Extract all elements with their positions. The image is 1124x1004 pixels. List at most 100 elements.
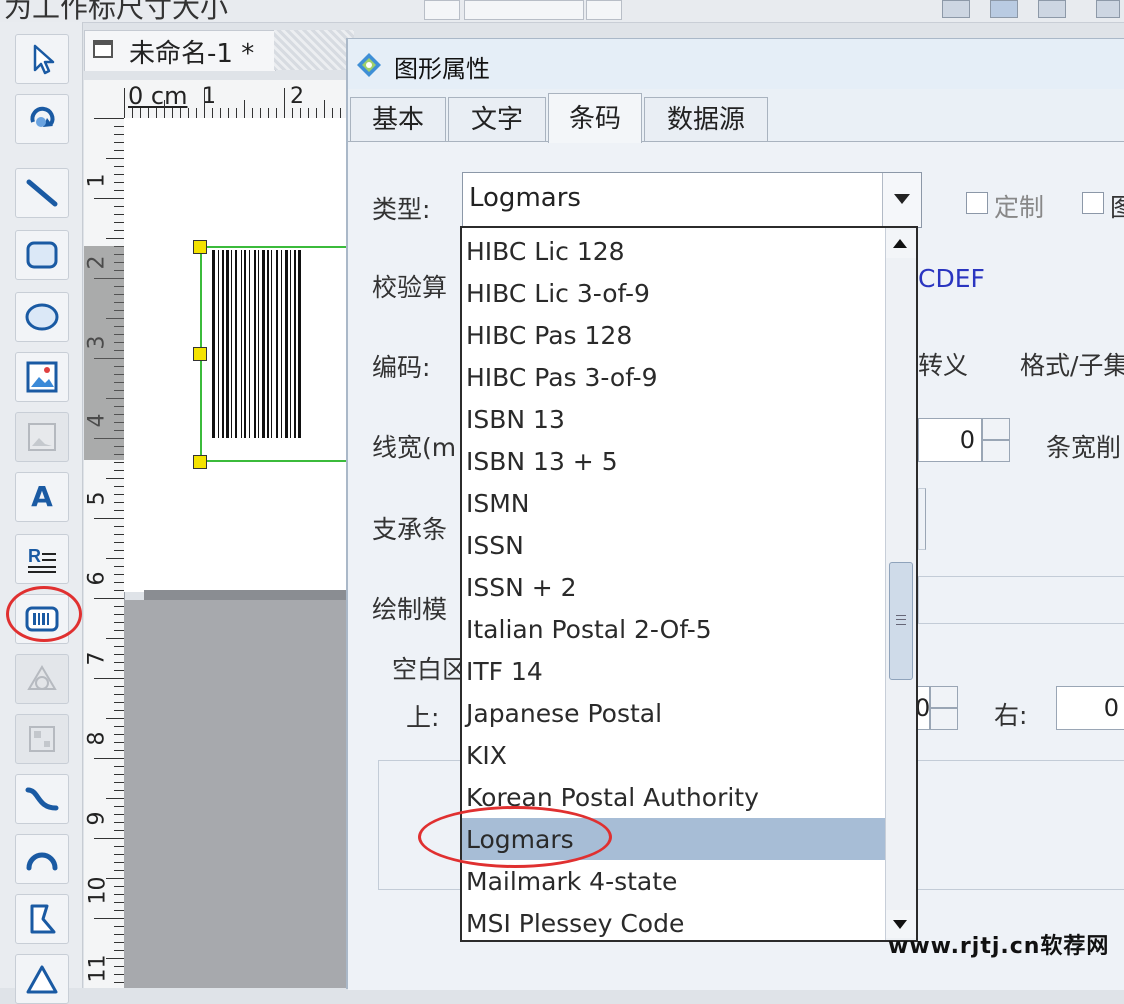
tab-text[interactable]: 文字 — [448, 97, 546, 141]
dialog-title-bar[interactable]: 图形属性 — [348, 39, 1124, 89]
line-width-label: 线宽(m — [372, 433, 457, 462]
resize-handle-top-left[interactable] — [193, 240, 207, 254]
ellipse-icon — [25, 303, 59, 331]
resize-handle-middle-left[interactable] — [193, 347, 207, 361]
text-tool-button[interactable]: A — [15, 472, 69, 522]
top-combo-button[interactable] — [424, 0, 460, 20]
align-left-icon[interactable] — [942, 0, 970, 18]
ruler-tick — [308, 108, 309, 118]
ruler-tick — [114, 910, 124, 911]
barcode-type-select[interactable]: Logmars — [462, 172, 922, 228]
list-item[interactable]: ISMN — [462, 482, 886, 524]
rotate-tool-button[interactable] — [15, 94, 69, 144]
barcode-bar — [281, 250, 282, 438]
rounded-rect-tool-button[interactable] — [15, 230, 69, 280]
selected-barcode-object[interactable] — [200, 246, 360, 462]
list-item[interactable]: KIX — [462, 734, 886, 776]
align-center-icon[interactable] — [990, 0, 1018, 18]
shape-disabled-tool-button — [15, 654, 69, 704]
list-item[interactable]: ISSN + 2 — [462, 566, 886, 608]
list-item[interactable]: Italian Postal 2-Of-5 — [462, 608, 886, 650]
top-margin-increment[interactable] — [930, 686, 958, 708]
top-combo-field[interactable] — [464, 0, 584, 20]
arc-tool-button[interactable] — [15, 834, 69, 884]
document-tab[interactable]: 未命名-1 * — [84, 30, 276, 71]
line-width-input[interactable]: 0 — [918, 418, 982, 462]
ruler-tick — [114, 150, 124, 151]
barcode-bar — [235, 250, 237, 438]
ruler-tick — [252, 108, 253, 118]
ruler-tick — [114, 830, 124, 831]
line-width-increment[interactable] — [982, 418, 1010, 440]
chevron-down-icon[interactable] — [882, 173, 921, 227]
line-width-decrement[interactable] — [982, 440, 1010, 462]
ruler-tick — [106, 238, 124, 239]
scroll-up-icon[interactable] — [886, 230, 916, 258]
triangle-tool-button[interactable] — [15, 954, 69, 1004]
draw-mode-select[interactable] — [918, 576, 1124, 624]
ruler-tick — [114, 646, 124, 647]
barcode-bar — [241, 250, 242, 438]
second-checkbox[interactable] — [1082, 192, 1104, 214]
line-tool-button[interactable] — [15, 168, 69, 218]
list-item[interactable]: ISBN 13 — [462, 398, 886, 440]
right-margin-input[interactable]: 0 — [1056, 686, 1124, 730]
list-item[interactable]: ITF 14 — [462, 650, 886, 692]
list-item[interactable]: ISBN 13 + 5 — [462, 440, 886, 482]
list-item[interactable]: HIBC Lic 3-of-9 — [462, 272, 886, 314]
list-item[interactable]: Japanese Postal — [462, 692, 886, 734]
ruler-tick — [114, 966, 124, 967]
format-subset-label: 格式/子集 — [1020, 351, 1124, 380]
top-spin-button[interactable] — [586, 0, 622, 20]
ruler-tick — [332, 108, 333, 118]
align-right-icon[interactable] — [1038, 0, 1066, 18]
ruler-tick — [94, 518, 124, 519]
ruler-tick — [94, 758, 124, 759]
ruler-tick — [94, 118, 124, 119]
ellipse-tool-button[interactable] — [15, 292, 69, 342]
tab-data-source[interactable]: 数据源 — [644, 97, 768, 141]
ruler-tick — [188, 108, 189, 118]
image-tool-button[interactable] — [15, 352, 69, 402]
ruler-tick — [172, 108, 173, 118]
ruler-tick — [292, 108, 293, 118]
resize-handle-bottom-left[interactable] — [193, 455, 207, 469]
ruler-tick — [114, 774, 124, 775]
list-item[interactable]: HIBC Pas 3-of-9 — [462, 356, 886, 398]
ruler-tick — [244, 100, 245, 118]
list-item[interactable]: HIBC Lic 128 — [462, 230, 886, 272]
rotate-icon — [30, 106, 55, 127]
tab-barcode[interactable]: 条码 — [548, 93, 642, 143]
custom-checkbox[interactable] — [966, 192, 988, 214]
curve-tool-button[interactable] — [15, 774, 69, 824]
barcode-bar — [298, 250, 301, 438]
align-justify-icon[interactable] — [1096, 0, 1120, 18]
document-tab-title: 未命名-1 * — [129, 39, 255, 69]
list-item[interactable]: MSI Plessey Code — [462, 902, 886, 940]
image-disabled-icon — [28, 423, 56, 451]
ruler-tick — [114, 134, 124, 135]
ruler-tick — [114, 126, 124, 127]
bearer-bar-select-edge[interactable] — [918, 488, 926, 550]
ruler-tick — [114, 462, 124, 463]
tab-basic[interactable]: 基本 — [350, 97, 446, 141]
drawing-toolbar: A R — [0, 22, 83, 1004]
list-item[interactable]: HIBC Pas 128 — [462, 314, 886, 356]
ruler-tick — [236, 108, 237, 118]
ruler-tick — [114, 710, 124, 711]
list-item[interactable]: ISSN — [462, 524, 886, 566]
ruler-tick — [268, 108, 269, 118]
draw-mode-label: 绘制模 — [372, 595, 448, 624]
scrollbar-thumb[interactable] — [889, 562, 913, 680]
ruler-tick — [94, 598, 124, 599]
dropdown-scrollbar[interactable] — [885, 228, 916, 940]
rich-text-tool-button[interactable]: R — [15, 534, 69, 584]
shape-disabled-icon — [27, 665, 57, 690]
ruler-tick — [114, 950, 124, 951]
ruler-tick — [114, 190, 124, 191]
top-margin-decrement[interactable] — [930, 708, 958, 730]
pointer-tool-button[interactable] — [15, 34, 69, 84]
polygon-tool-button[interactable] — [15, 894, 69, 944]
canvas-shadow — [144, 590, 354, 600]
ruler-tick — [114, 662, 124, 663]
